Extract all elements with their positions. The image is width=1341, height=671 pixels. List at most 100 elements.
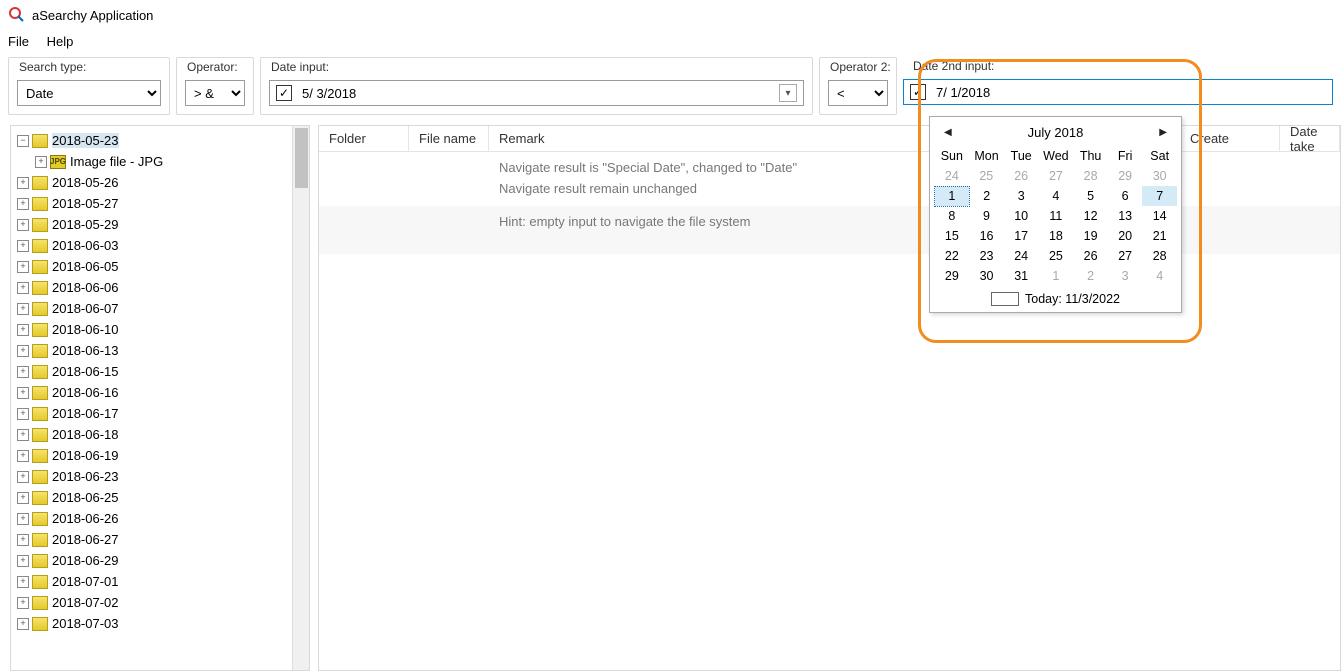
calendar-today-row[interactable]: Today: 11/3/2022 (934, 286, 1177, 306)
calendar-day[interactable]: 29 (1108, 166, 1142, 186)
date-input-check-icon[interactable]: ✓ (276, 85, 292, 101)
calendar-day[interactable]: 30 (969, 266, 1004, 286)
tree-item[interactable]: −2018-05-23 (11, 130, 309, 151)
calendar-day[interactable]: 27 (1039, 166, 1074, 186)
tree-item[interactable]: +2018-05-26 (11, 172, 309, 193)
tree-item[interactable]: +2018-06-25 (11, 487, 309, 508)
calendar-day[interactable]: 4 (1039, 186, 1074, 206)
expand-icon[interactable]: + (17, 555, 29, 567)
calendar-day[interactable]: 7 (1142, 186, 1177, 206)
expand-icon[interactable]: + (17, 492, 29, 504)
expand-icon[interactable]: + (17, 450, 29, 462)
calendar-day[interactable]: 15 (935, 226, 970, 246)
calendar-day[interactable]: 16 (969, 226, 1004, 246)
calendar-day[interactable]: 25 (1039, 246, 1074, 266)
list-row[interactable]: Hint: empty input to navigate the file s… (319, 206, 1340, 254)
calendar-day[interactable]: 22 (935, 246, 970, 266)
expand-icon[interactable]: + (17, 429, 29, 441)
calendar-day[interactable]: 28 (1142, 246, 1177, 266)
tree-item[interactable]: +2018-05-27 (11, 193, 309, 214)
expand-icon[interactable]: + (17, 303, 29, 315)
expand-icon[interactable]: + (17, 345, 29, 357)
expand-icon[interactable]: + (17, 366, 29, 378)
expand-icon[interactable]: + (17, 324, 29, 336)
calendar-day[interactable]: 23 (969, 246, 1004, 266)
calendar-dropdown-icon[interactable]: ▾ (779, 84, 797, 102)
calendar-title[interactable]: July 2018 (1028, 125, 1084, 140)
calendar-day[interactable]: 4 (1142, 266, 1177, 286)
tree-item[interactable]: +2018-06-05 (11, 256, 309, 277)
expand-icon[interactable]: + (17, 240, 29, 252)
calendar-day[interactable]: 8 (935, 206, 970, 226)
calendar-day[interactable]: 2 (969, 186, 1004, 206)
tree-item[interactable]: +2018-06-18 (11, 424, 309, 445)
menu-help[interactable]: Help (47, 34, 74, 49)
calendar-day[interactable]: 13 (1108, 206, 1142, 226)
calendar-day[interactable]: 10 (1004, 206, 1039, 226)
tree-item[interactable]: +2018-06-19 (11, 445, 309, 466)
tree-item[interactable]: +JPGImage file - JPG (11, 151, 309, 172)
calendar-day[interactable]: 2 (1073, 266, 1108, 286)
tree-item[interactable]: +2018-06-10 (11, 319, 309, 340)
tree-item[interactable]: +2018-06-26 (11, 508, 309, 529)
calendar-day[interactable]: 5 (1073, 186, 1108, 206)
list-row[interactable]: Navigate result is "Special Date", chang… (319, 152, 1340, 206)
menu-file[interactable]: File (8, 34, 29, 49)
expand-icon[interactable]: + (17, 282, 29, 294)
calendar-day[interactable]: 28 (1073, 166, 1108, 186)
expand-icon[interactable]: + (17, 597, 29, 609)
calendar-day[interactable]: 17 (1004, 226, 1039, 246)
calendar-day[interactable]: 3 (1108, 266, 1142, 286)
expand-icon[interactable]: + (17, 261, 29, 273)
select-operator[interactable]: > & (185, 80, 245, 106)
col-file[interactable]: File name (409, 126, 489, 151)
calendar-day[interactable]: 31 (1004, 266, 1039, 286)
folder-tree[interactable]: −2018-05-23+JPGImage file - JPG+2018-05-… (11, 126, 309, 670)
calendar-day[interactable]: 6 (1108, 186, 1142, 206)
expand-icon[interactable]: + (35, 156, 47, 168)
expand-icon[interactable]: + (17, 219, 29, 231)
tree-scrollbar[interactable] (292, 126, 309, 670)
expand-icon[interactable]: + (17, 177, 29, 189)
calendar-day[interactable]: 21 (1142, 226, 1177, 246)
tree-item[interactable]: +2018-06-27 (11, 529, 309, 550)
tree-item[interactable]: +2018-06-17 (11, 403, 309, 424)
calendar-day[interactable]: 3 (1004, 186, 1039, 206)
calendar-day[interactable]: 26 (1004, 166, 1039, 186)
tree-item[interactable]: +2018-05-29 (11, 214, 309, 235)
tree-item[interactable]: +2018-06-23 (11, 466, 309, 487)
tree-item[interactable]: +2018-06-07 (11, 298, 309, 319)
tree-item[interactable]: +2018-07-03 (11, 613, 309, 634)
calendar-prev-icon[interactable]: ◀ (944, 127, 952, 138)
calendar-day[interactable]: 14 (1142, 206, 1177, 226)
expand-icon[interactable]: + (17, 198, 29, 210)
date-2nd-check-icon[interactable]: ✓ (910, 84, 926, 100)
tree-item[interactable]: +2018-06-29 (11, 550, 309, 571)
calendar-day[interactable]: 24 (935, 166, 970, 186)
calendar-day[interactable]: 11 (1039, 206, 1074, 226)
select-operator-2[interactable]: < (828, 80, 888, 106)
calendar-day[interactable]: 1 (935, 186, 970, 206)
calendar-day[interactable]: 27 (1108, 246, 1142, 266)
calendar-next-icon[interactable]: ▶ (1159, 127, 1167, 138)
tree-scrollbar-thumb[interactable] (295, 128, 308, 188)
date-2nd-input-box[interactable]: ✓ 7/ 1/2018 (903, 79, 1333, 105)
col-taken[interactable]: Date take (1280, 126, 1340, 151)
calendar-day[interactable]: 25 (969, 166, 1004, 186)
tree-item[interactable]: +2018-06-16 (11, 382, 309, 403)
tree-item[interactable]: +2018-07-01 (11, 571, 309, 592)
expand-icon[interactable]: + (17, 576, 29, 588)
expand-icon[interactable]: + (17, 408, 29, 420)
calendar-day[interactable]: 9 (969, 206, 1004, 226)
tree-item[interactable]: +2018-06-13 (11, 340, 309, 361)
tree-item[interactable]: +2018-07-02 (11, 592, 309, 613)
col-folder[interactable]: Folder (319, 126, 409, 151)
calendar-day[interactable]: 24 (1004, 246, 1039, 266)
calendar-day[interactable]: 19 (1073, 226, 1108, 246)
tree-item[interactable]: +2018-06-15 (11, 361, 309, 382)
expand-icon[interactable]: + (17, 513, 29, 525)
calendar-popup[interactable]: ◀ July 2018 ▶ SunMonTueWedThuFriSat 2425… (929, 116, 1182, 313)
calendar-day[interactable]: 30 (1142, 166, 1177, 186)
collapse-icon[interactable]: − (17, 135, 29, 147)
tree-item[interactable]: +2018-06-06 (11, 277, 309, 298)
